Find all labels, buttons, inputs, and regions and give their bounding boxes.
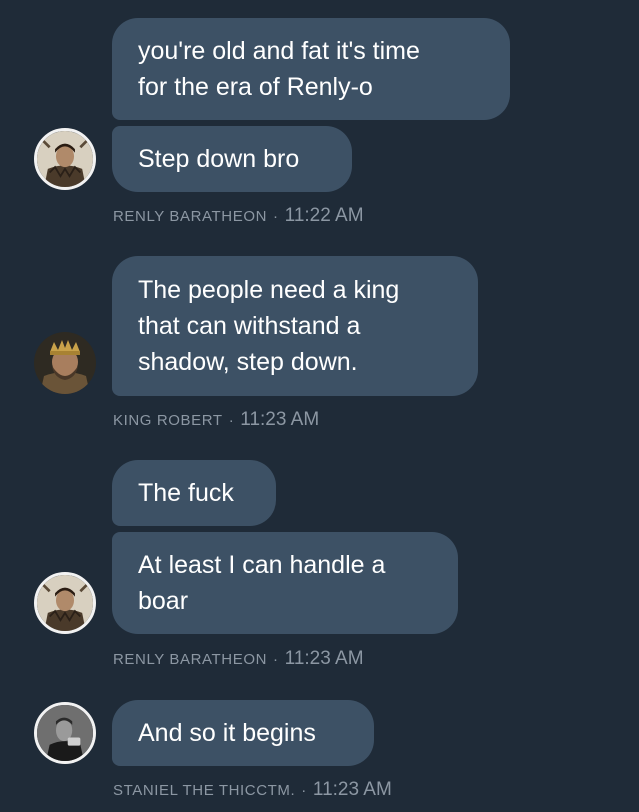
meta-separator: · xyxy=(228,412,235,429)
stannis-avatar[interactable] xyxy=(34,702,96,764)
message-line: you're old and fat it's time xyxy=(138,37,420,65)
message-meta: RENLY BARATHEON · 11:22 AM xyxy=(113,205,364,227)
message-bubble[interactable]: At least I can handle a boar xyxy=(112,532,458,634)
timestamp: 11:23 AM xyxy=(240,409,320,430)
message-line: for the era of Renly-o xyxy=(138,73,373,101)
message-line: shadow, step down. xyxy=(138,348,358,376)
sender-name: STANIEL THE THICCTM. xyxy=(113,782,296,799)
message-meta: RENLY BARATHEON · 11:23 AM xyxy=(113,648,364,670)
message-bubble[interactable]: Step down bro xyxy=(112,126,352,192)
meta-separator: · xyxy=(301,782,307,799)
sender-name: RENLY BARATHEON xyxy=(113,208,268,225)
message-line: Step down bro xyxy=(138,145,300,173)
sender-name: RENLY BARATHEON xyxy=(113,651,268,668)
renly-avatar[interactable] xyxy=(34,572,96,634)
stannis-portrait-icon xyxy=(37,705,93,761)
message-bubble[interactable]: The fuck xyxy=(112,460,276,526)
renly-portrait-icon xyxy=(37,131,93,187)
meta-separator: · xyxy=(273,208,279,225)
message-line: that can withstand a xyxy=(138,312,361,340)
robert-portrait-icon xyxy=(34,332,96,394)
message-line: And so it begins xyxy=(138,719,316,747)
message-meta: STANIEL THE THICCTM. · 11:23 AM xyxy=(113,779,392,801)
message-line: At least I can handle a xyxy=(138,551,386,579)
sender-name: KING ROBERT xyxy=(113,412,223,429)
timestamp: 11:22 AM xyxy=(284,205,364,226)
message-line: The fuck xyxy=(138,479,234,507)
timestamp: 11:23 AM xyxy=(312,779,392,800)
message-line: The people need a king xyxy=(138,276,400,304)
message-bubble[interactable]: The people need a king that can withstan… xyxy=(112,256,478,396)
message-bubble[interactable]: And so it begins xyxy=(112,700,374,766)
renly-avatar[interactable] xyxy=(34,128,96,190)
meta-separator: · xyxy=(273,651,279,668)
message-bubble[interactable]: you're old and fat it's time for the era… xyxy=(112,18,510,120)
timestamp: 11:23 AM xyxy=(284,648,364,669)
message-line: boar xyxy=(138,587,189,615)
robert-avatar[interactable] xyxy=(34,332,96,394)
message-meta: KING ROBERT · 11:23 AM xyxy=(113,409,319,431)
renly-portrait-icon xyxy=(37,575,93,631)
